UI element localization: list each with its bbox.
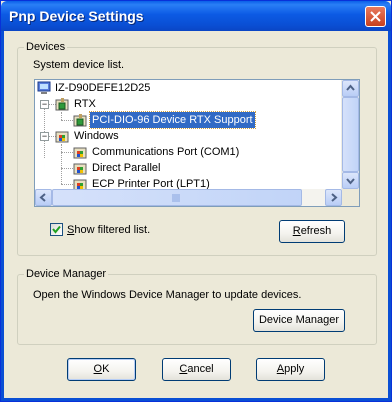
- scrollbar-corner: [342, 189, 359, 206]
- computer-icon: [37, 81, 51, 94]
- rtx-folder-icon: [55, 98, 69, 111]
- vertical-scrollbar[interactable]: [341, 80, 359, 189]
- ok-button[interactable]: OK: [67, 358, 136, 381]
- tree-item-computer[interactable]: IZ-D90DEFE12D25: [35, 80, 335, 96]
- devices-subtitle: System device list.: [33, 59, 125, 71]
- window-title: Pnp Device Settings: [9, 8, 144, 24]
- device-tree[interactable]: IZ-D90DEFE12D25 − RTX PCI-DIO-96 Device …: [34, 79, 360, 207]
- window-right-border: [388, 31, 391, 401]
- arrow-left-icon: [39, 193, 46, 202]
- tree-item-label: Communications Port (COM1): [92, 146, 240, 158]
- device-manager-description: Open the Windows Device Manager to updat…: [33, 289, 302, 301]
- window-left-border: [1, 31, 4, 401]
- arrow-down-icon: [346, 178, 355, 185]
- title-bar[interactable]: Pnp Device Settings: [1, 1, 391, 31]
- rtx-device-icon: [73, 114, 87, 127]
- horizontal-scrollbar[interactable]: [35, 189, 342, 206]
- device-manager-group-label: Device Manager: [24, 268, 109, 280]
- tree-item-windows[interactable]: − Windows: [35, 128, 335, 144]
- cancel-button[interactable]: Cancel: [162, 358, 231, 381]
- windows-device-icon: [73, 147, 87, 159]
- arrow-right-icon: [331, 193, 338, 202]
- horizontal-scroll-thumb[interactable]: [52, 189, 302, 206]
- windows-device-icon: [73, 163, 87, 175]
- close-icon: [370, 11, 381, 22]
- tree-item-com1[interactable]: Communications Port (COM1): [35, 144, 335, 160]
- grip-icon: [172, 194, 180, 202]
- device-manager-button[interactable]: Device Manager: [253, 309, 345, 332]
- scroll-right-button[interactable]: [325, 189, 342, 206]
- scroll-left-button[interactable]: [35, 189, 52, 206]
- devices-group-label: Devices: [24, 41, 68, 53]
- apply-button[interactable]: Apply: [256, 358, 325, 381]
- tree-item-direct-parallel[interactable]: Direct Parallel: [35, 160, 335, 176]
- tree-item-label: Windows: [74, 130, 119, 142]
- collapse-icon[interactable]: −: [40, 132, 49, 141]
- tree-item-rtx[interactable]: − RTX: [35, 96, 335, 112]
- tree-item-label: RTX: [74, 98, 96, 110]
- refresh-button[interactable]: Refresh: [279, 220, 345, 243]
- window-bottom-border: [1, 398, 391, 401]
- close-button[interactable]: [365, 6, 386, 27]
- tree-item-label: IZ-D90DEFE12D25: [55, 82, 151, 94]
- windows-folder-icon: [55, 131, 69, 143]
- vertical-scroll-thumb[interactable]: [342, 97, 359, 172]
- show-filtered-label[interactable]: Show filtered list.: [67, 224, 150, 236]
- tree-item-pci-dio-96[interactable]: PCI-DIO-96 Device RTX Support: [35, 111, 335, 129]
- dialog-window: Pnp Device Settings Devices System devic…: [0, 0, 392, 402]
- scroll-up-button[interactable]: [342, 80, 359, 97]
- tree-item-label: PCI-DIO-96 Device RTX Support: [89, 111, 256, 129]
- scroll-down-button[interactable]: [342, 172, 359, 189]
- tree-item-label: Direct Parallel: [92, 162, 161, 174]
- arrow-up-icon: [346, 84, 355, 91]
- show-filtered-checkbox[interactable]: [50, 223, 63, 236]
- checkmark-icon: [52, 225, 61, 234]
- collapse-icon[interactable]: −: [40, 100, 49, 109]
